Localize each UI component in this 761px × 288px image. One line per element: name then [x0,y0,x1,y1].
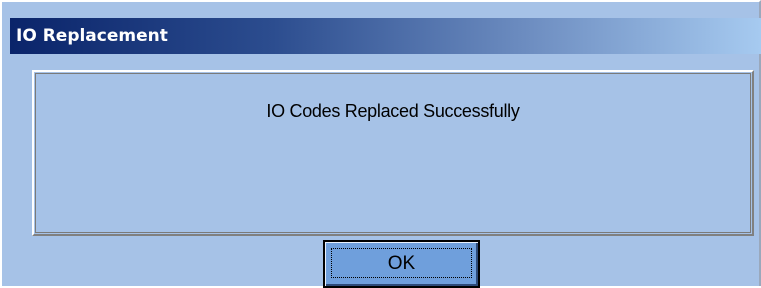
message-text: IO Codes Replaced Successfully [266,101,520,121]
ok-button-label: OK [387,253,416,274]
title-bar[interactable]: IO Replacement [10,18,761,54]
io-replacement-dialog: IO Replacement IO Codes Replaced Success… [0,0,761,288]
message-panel: IO Codes Replaced Successfully [32,70,754,236]
ok-button[interactable]: OK [323,240,480,288]
window-title: IO Replacement [16,26,168,46]
